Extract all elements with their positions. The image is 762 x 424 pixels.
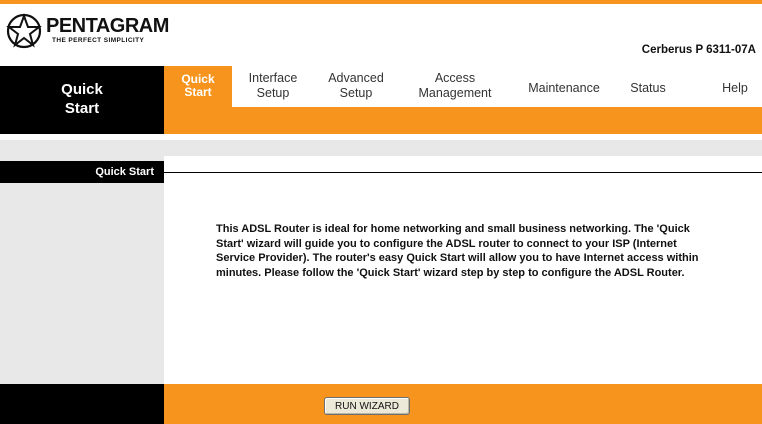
nav-advanced-setup[interactable]: Advanced Setup [318,71,394,101]
brand-logo: PENTAGRAM THE PERFECT SIMPLICITY [6,13,169,49]
nav-maintenance[interactable]: Maintenance [515,81,613,96]
run-wizard-button[interactable]: RUN WIZARD [324,397,410,415]
nav-quick-start-label: Quick Start [181,72,215,99]
nav-status[interactable]: Status [620,81,676,96]
nav-quick-start[interactable]: Quick Start [164,66,232,107]
section-divider [164,172,762,173]
left-title-panel: Quick Start [0,66,164,134]
nav-interface-setup[interactable]: Interface Setup [240,71,306,101]
model-name: Cerberus P 6311-07A [641,44,756,56]
gray-divider-strip [0,140,762,156]
footer-bar [164,384,762,424]
nav-access-management[interactable]: Access Management [408,71,502,101]
sub-nav-bar [164,107,762,134]
nav-help[interactable]: Help [712,81,758,96]
quick-start-description: This ADSL Router is ideal for home netwo… [216,223,699,279]
main-nav: Quick Start Quick Start Interface Setup … [0,66,762,134]
sidebar [0,156,164,384]
header: PENTAGRAM THE PERFECT SIMPLICITY Cerberu… [0,4,762,66]
pentagram-icon [6,13,42,49]
left-title: Quick Start [61,81,103,117]
section-title: Quick Start [0,161,164,183]
footer-left [0,384,164,424]
brand-tagline: THE PERFECT SIMPLICITY [52,37,145,44]
brand-name: PENTAGRAM [46,15,169,37]
